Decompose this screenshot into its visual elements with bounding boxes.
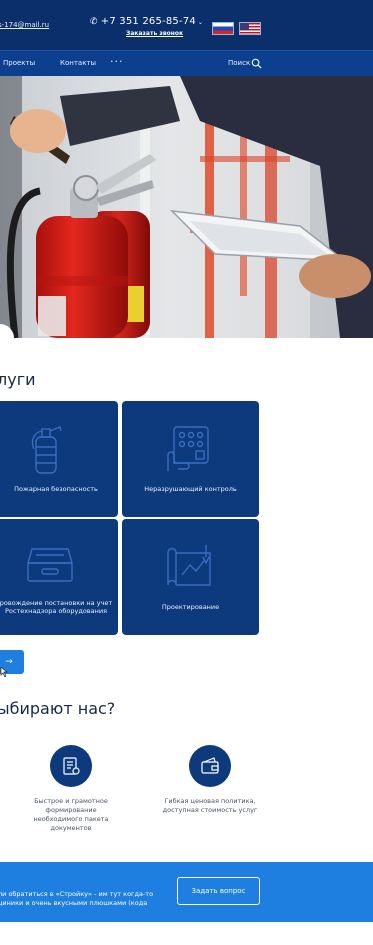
why-us-heading: ыбирают нас? bbox=[0, 699, 116, 718]
blueprint-icon bbox=[167, 545, 211, 586]
services-heading: луги bbox=[0, 370, 36, 389]
top-header-bar: s-174@mail.ru ✆ +7 351 265-85-74 ⌄ Заказат… bbox=[0, 0, 373, 50]
wallet-icon bbox=[201, 757, 219, 774]
nav-item-contacts[interactable]: Контакты bbox=[60, 59, 96, 67]
cta-text-line: ли обратиться в «Стройку» - им тут когда… bbox=[0, 890, 154, 898]
nav-more-button[interactable]: ··· bbox=[110, 55, 124, 68]
document-icon bbox=[63, 757, 80, 775]
tile-label: Неразрушающий контроль bbox=[144, 485, 237, 493]
feature-text: Быстрое и грамотное формирование необход… bbox=[33, 797, 109, 832]
nav-item-projects[interactable]: Проекты bbox=[3, 59, 35, 67]
service-tile-rostekhnadzor[interactable]: ровождение постановки на учет Ростехнадз… bbox=[0, 519, 118, 635]
ask-question-button[interactable]: Задать вопрос bbox=[177, 877, 260, 905]
service-tile-fire-safety[interactable]: Пожарная безопасность bbox=[0, 401, 118, 517]
fire-extinguisher-icon bbox=[31, 426, 62, 474]
flag-us-icon[interactable] bbox=[239, 22, 261, 35]
tile-label: Пожарная безопасность bbox=[14, 485, 98, 493]
archive-box-icon bbox=[27, 548, 73, 582]
search-icon[interactable] bbox=[251, 58, 262, 69]
control-panel-icon bbox=[167, 426, 209, 471]
chevron-down-icon: ⌄ bbox=[197, 19, 204, 26]
feature-icon-circle bbox=[189, 745, 231, 787]
service-tile-ndt[interactable]: Неразрушающий контроль bbox=[122, 401, 259, 517]
service-tile-design[interactable]: Проектирование bbox=[122, 519, 259, 635]
phone-dropdown[interactable]: ✆ +7 351 265-85-74 ⌄ bbox=[90, 16, 203, 27]
cta-band: ли обратиться в «Стройку» - им тут когда… bbox=[0, 862, 373, 922]
tile-label: Проектирование bbox=[161, 603, 220, 611]
phone-icon: ✆ bbox=[90, 17, 98, 27]
mouse-cursor-icon bbox=[0, 667, 8, 677]
feature-text: Гибкая ценовая политика, доступная стоим… bbox=[162, 797, 258, 814]
callback-link[interactable]: Заказать звонок bbox=[126, 30, 183, 37]
phone-block: ✆ +7 351 265-85-74 ⌄ bbox=[90, 16, 203, 27]
cta-text: ли обратиться в «Стройку» - им тут когда… bbox=[0, 890, 153, 908]
flag-ru-icon[interactable] bbox=[212, 22, 234, 35]
search-button[interactable]: Поиск bbox=[228, 59, 250, 67]
phone-number: +7 351 265-85-74 bbox=[100, 16, 196, 27]
feature-icon-circle bbox=[50, 745, 92, 787]
tile-label: ровождение постановки на учет Ростехнадз… bbox=[0, 599, 113, 615]
hero-image bbox=[0, 76, 373, 338]
email-link[interactable]: s-174@mail.ru bbox=[0, 21, 49, 29]
main-nav: Проекты Контакты ··· Поиск bbox=[0, 50, 373, 76]
cta-text-line: циники и очень вкусными плюшками (кода bbox=[0, 899, 148, 907]
